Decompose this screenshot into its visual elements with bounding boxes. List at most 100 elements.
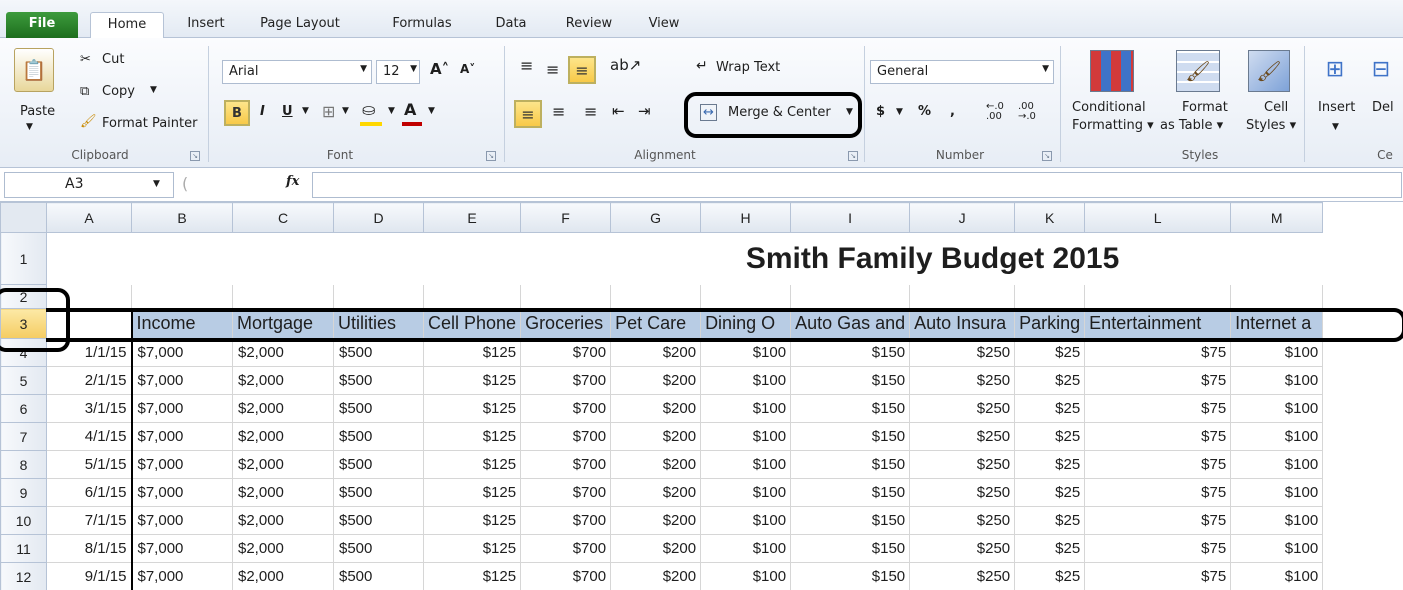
align-left-icon[interactable]: ≡ (514, 100, 542, 128)
tab-data[interactable]: Data (482, 12, 540, 38)
tab-formulas[interactable]: Formulas (380, 12, 464, 38)
column-header-c[interactable]: C (232, 202, 334, 233)
cell[interactable] (790, 284, 911, 309)
value-cell[interactable]: $500 (333, 562, 424, 590)
grow-font-icon[interactable]: A˄ (430, 60, 449, 78)
value-cell[interactable]: $500 (333, 478, 424, 507)
shrink-font-icon[interactable]: A˅ (460, 62, 475, 76)
value-cell[interactable]: $250 (909, 478, 1016, 507)
paste-dropdown-icon[interactable]: ▼ (26, 122, 33, 132)
value-cell[interactable]: $100 (700, 562, 792, 590)
borders-icon[interactable]: ⊞ (322, 102, 335, 121)
date-cell[interactable]: 5/1/15 (46, 450, 132, 479)
font-size-dropdown[interactable]: 12 ▼ (376, 60, 420, 84)
value-cell[interactable]: $75 (1084, 394, 1232, 423)
value-cell[interactable]: $100 (1230, 338, 1324, 367)
value-cell[interactable]: $75 (1084, 422, 1232, 451)
value-cell[interactable]: $75 (1084, 534, 1232, 563)
value-cell[interactable]: $100 (1230, 478, 1324, 507)
format-as-table-button[interactable]: Format (1182, 100, 1228, 115)
value-cell[interactable]: $2,000 (232, 534, 334, 563)
cell[interactable] (1014, 284, 1086, 309)
value-cell[interactable]: $100 (1230, 422, 1324, 451)
decrease-decimal-button[interactable]: .00 →.0 (1018, 102, 1042, 122)
insert-dropdown-icon[interactable]: ▼ (1332, 122, 1339, 132)
value-cell[interactable]: $2,000 (232, 394, 334, 423)
value-cell[interactable]: $250 (909, 506, 1016, 535)
value-cell[interactable]: $200 (610, 450, 702, 479)
fill-color-dropdown-icon[interactable]: ▼ (388, 106, 395, 116)
column-header-a[interactable]: A (46, 202, 132, 233)
value-cell[interactable]: $100 (700, 478, 792, 507)
value-cell[interactable]: $2,000 (232, 506, 334, 535)
date-cell[interactable]: 4/1/15 (46, 422, 132, 451)
value-cell[interactable]: $7,000 (130, 506, 233, 535)
value-cell[interactable]: $700 (520, 366, 612, 395)
value-cell[interactable]: $100 (1230, 394, 1324, 423)
increase-indent-icon[interactable]: ⇥ (638, 102, 651, 120)
value-cell[interactable]: $150 (790, 394, 911, 423)
value-cell[interactable]: $125 (422, 562, 522, 590)
value-cell[interactable]: $25 (1014, 506, 1086, 535)
value-cell[interactable]: $150 (790, 562, 911, 590)
cell[interactable] (520, 284, 612, 309)
value-cell[interactable]: $100 (700, 534, 792, 563)
delete-cells-button[interactable]: Del (1372, 100, 1394, 115)
cell[interactable] (333, 284, 424, 309)
value-cell[interactable]: $75 (1084, 450, 1232, 479)
value-cell[interactable]: $100 (700, 366, 792, 395)
row-header-1[interactable]: 1 (0, 232, 47, 285)
value-cell[interactable]: $75 (1084, 338, 1232, 367)
align-top-icon[interactable]: ≡ (520, 56, 533, 75)
value-cell[interactable]: $100 (700, 394, 792, 423)
row-header-8[interactable]: 8 (0, 450, 47, 479)
copy-dropdown-icon[interactable]: ▼ (150, 85, 157, 95)
value-cell[interactable]: $150 (790, 422, 911, 451)
cell[interactable] (700, 284, 792, 309)
value-cell[interactable]: $125 (422, 338, 522, 367)
value-cell[interactable]: $25 (1014, 478, 1086, 507)
currency-button[interactable]: $ (876, 104, 885, 119)
cell[interactable] (909, 284, 1016, 309)
copy-button[interactable]: Copy (102, 84, 135, 99)
value-cell[interactable]: $125 (422, 366, 522, 395)
value-cell[interactable]: $125 (422, 478, 522, 507)
value-cell[interactable]: $700 (520, 534, 612, 563)
value-cell[interactable]: $2,000 (232, 478, 334, 507)
value-cell[interactable]: $500 (333, 450, 424, 479)
value-cell[interactable]: $2,000 (232, 338, 334, 367)
row-header-11[interactable]: 11 (0, 534, 47, 563)
name-box[interactable]: A3 ▼ (4, 172, 174, 198)
value-cell[interactable]: $75 (1084, 366, 1232, 395)
font-color-dropdown-icon[interactable]: ▼ (428, 106, 435, 116)
value-cell[interactable]: $100 (1230, 534, 1324, 563)
value-cell[interactable]: $2,000 (232, 450, 334, 479)
value-cell[interactable]: $100 (1230, 562, 1324, 590)
value-cell[interactable]: $7,000 (130, 366, 233, 395)
number-format-dropdown[interactable]: General ▼ (870, 60, 1054, 84)
value-cell[interactable]: $2,000 (232, 562, 334, 590)
bold-button[interactable]: B (224, 100, 250, 126)
column-header-f[interactable]: F (520, 202, 612, 233)
align-middle-icon[interactable]: ≡ (546, 60, 559, 79)
comma-button[interactable]: , (950, 104, 955, 119)
formula-input[interactable] (312, 172, 1402, 198)
value-cell[interactable]: $200 (610, 478, 702, 507)
align-right-icon[interactable]: ≡ (584, 102, 597, 121)
select-all-corner[interactable] (0, 202, 47, 233)
value-cell[interactable]: $250 (909, 394, 1016, 423)
value-cell[interactable]: $125 (422, 534, 522, 563)
row-header-12[interactable]: 12 (0, 562, 47, 590)
value-cell[interactable]: $7,000 (130, 394, 233, 423)
value-cell[interactable]: $700 (520, 450, 612, 479)
value-cell[interactable]: $100 (700, 506, 792, 535)
value-cell[interactable]: $7,000 (130, 562, 233, 590)
value-cell[interactable]: $100 (700, 422, 792, 451)
row-header-5[interactable]: 5 (0, 366, 47, 395)
tab-view[interactable]: View (638, 12, 690, 38)
clipboard-launcher-icon[interactable]: ↘ (190, 151, 200, 161)
value-cell[interactable]: $700 (520, 506, 612, 535)
value-cell[interactable]: $200 (610, 534, 702, 563)
align-center-icon[interactable]: ≡ (552, 102, 565, 121)
value-cell[interactable]: $500 (333, 394, 424, 423)
